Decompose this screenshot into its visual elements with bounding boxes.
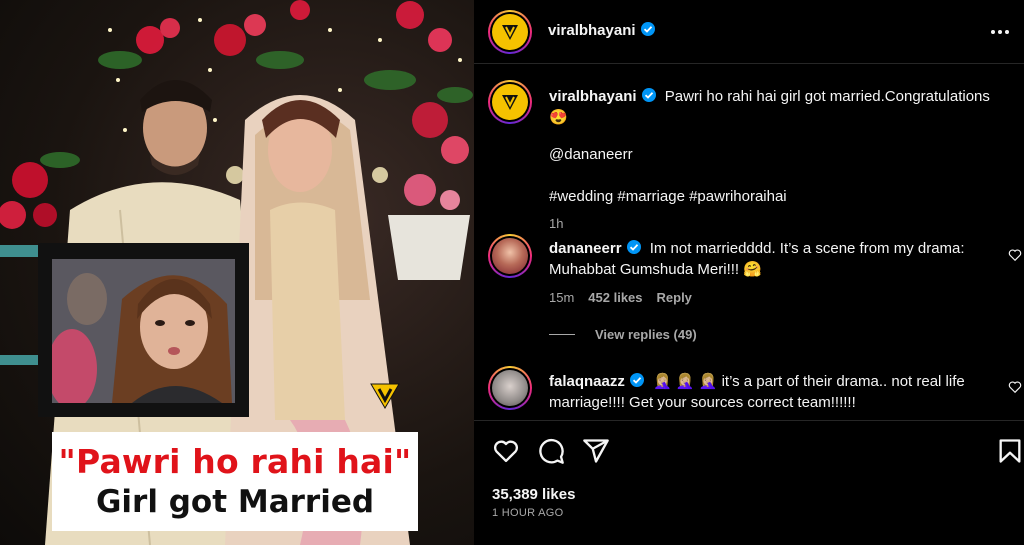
comment-text-line1: 🤦🏼‍♀️ 🤦🏼‍♀️ 🤦🏼‍♀️ it’s a part of their d… (653, 373, 965, 390)
like-count[interactable]: 35,389 likes (492, 486, 575, 503)
author-username[interactable]: viralbhayani (548, 22, 636, 39)
author-avatar[interactable] (488, 10, 532, 54)
caption-username[interactable]: viralbhayani (549, 88, 637, 105)
comment-text-line2: marriage!!!! Get your sources correct te… (549, 394, 856, 411)
verified-badge-icon (629, 373, 644, 387)
image-caption-subtitle: Girl got Married (95, 484, 375, 520)
more-options-icon[interactable] (988, 20, 1012, 44)
caption-author-avatar[interactable] (488, 80, 532, 124)
profile-photo (492, 370, 528, 406)
verified-badge-icon (626, 240, 641, 254)
comment-text-line2: Muhabbat Gumshuda Meri!!! 🤗 (549, 261, 762, 278)
post-side-panel: viralbhayani viralbhayani Pawri ho rahi … (474, 0, 1024, 545)
comment-like-heart-icon[interactable] (1008, 248, 1022, 262)
comment-text-line1: Im not marriedddd. It’s a scene from my … (649, 240, 965, 257)
brand-logo-icon (502, 95, 518, 110)
commenter-username[interactable]: falaqnaazz (549, 373, 625, 390)
view-replies-label: View replies (49) (595, 327, 697, 342)
comment-like-count[interactable]: 452 likes (588, 290, 642, 305)
post-header: viralbhayani (474, 0, 1024, 64)
caption-hashtags[interactable]: #wedding #marriage #pawrihoraihai (549, 186, 1009, 207)
comment-like-heart-icon[interactable] (1008, 380, 1022, 394)
verified-badge-icon (640, 22, 655, 36)
commenter-avatar[interactable] (488, 234, 532, 278)
caption-timestamp: 1h (549, 216, 564, 231)
comment-reply-button[interactable]: Reply (657, 290, 692, 305)
post-image[interactable]: "Pawri ho rahi hai" Girl got Married (0, 0, 474, 545)
like-heart-icon[interactable] (492, 437, 520, 465)
profile-photo (492, 238, 528, 274)
comment-timestamp: 15m (549, 290, 575, 305)
image-caption-card: "Pawri ho rahi hai" Girl got Married (52, 432, 418, 531)
verified-badge-icon (641, 88, 656, 102)
comment-item: falaqnaazz 🤦🏼‍♀️ 🤦🏼‍♀️ 🤦🏼‍♀️ it’s a part… (474, 366, 1024, 420)
image-caption-title: "Pawri ho rahi hai" (58, 442, 412, 481)
commenter-username[interactable]: dananeerr (549, 240, 622, 257)
brand-watermark-icon (368, 378, 402, 412)
post-timestamp: 1 HOUR AGO (492, 507, 564, 519)
post-caption: viralbhayani Pawri ho rahi hai girl got … (474, 80, 1024, 231)
inset-video-frame (38, 243, 249, 417)
comment-item: dananeerr Im not marriedddd. It’s a scen… (474, 234, 1024, 354)
brand-logo-icon (502, 25, 518, 40)
commenter-avatar[interactable] (488, 366, 532, 410)
caption-mention[interactable]: @dananeerr (549, 144, 1009, 165)
comment-icon[interactable] (537, 437, 565, 465)
save-bookmark-icon[interactable] (996, 437, 1024, 465)
post-action-bar: 35,389 likes 1 HOUR AGO (474, 420, 1024, 545)
woman-selfie-illustration (52, 259, 235, 403)
view-replies-button[interactable]: View replies (49) (549, 327, 999, 342)
replies-divider (549, 334, 575, 335)
share-send-icon[interactable] (582, 437, 610, 465)
inset-photo (52, 259, 235, 403)
